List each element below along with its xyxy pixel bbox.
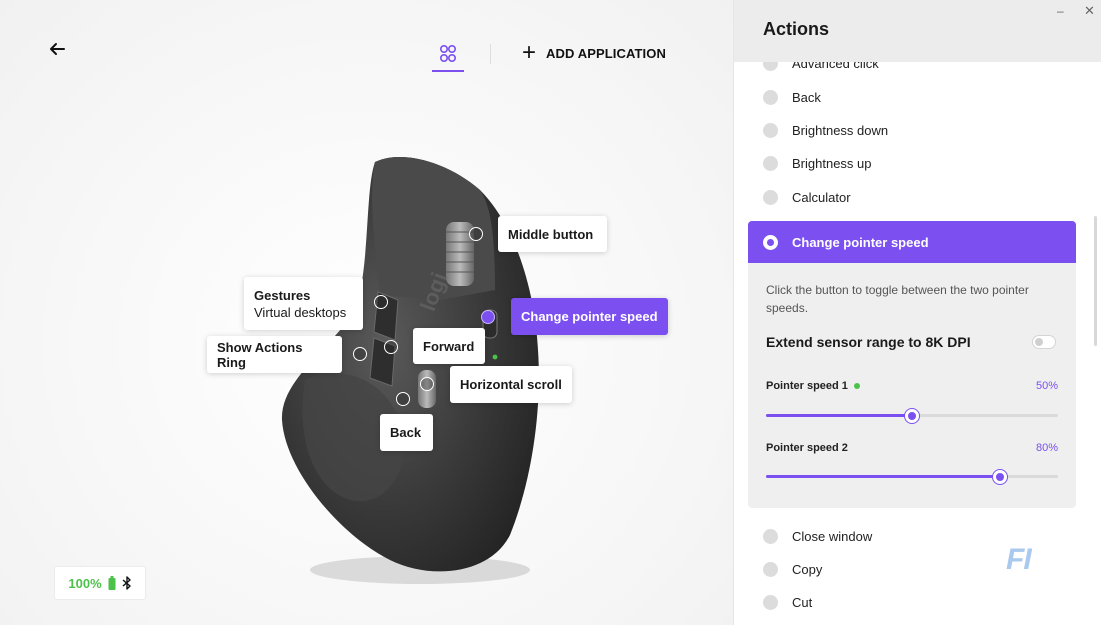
bluetooth-icon xyxy=(122,576,131,590)
gestures-sublabel: Virtual desktops xyxy=(254,304,347,320)
horizontal-scroll-label: Horizontal scroll xyxy=(460,377,562,392)
action-item-label: Calculator xyxy=(792,190,851,205)
action-item-back[interactable]: Back xyxy=(734,81,1094,114)
gestures-label: Gestures xyxy=(254,287,311,303)
actions-panel-title: Actions xyxy=(763,19,830,39)
action-item-label: Copy xyxy=(792,562,823,577)
horizontal-scroll-hotspot[interactable] xyxy=(420,377,434,391)
action-item-advanced-click[interactable]: Advanced click xyxy=(734,62,1094,80)
selected-action-label: Change pointer speed xyxy=(792,234,929,250)
applications-grid-icon[interactable] xyxy=(432,40,464,74)
pointer-speed-1-label: Pointer speed 1 xyxy=(766,380,860,392)
tab-underline xyxy=(432,70,464,72)
active-speed-indicator-icon xyxy=(853,383,860,389)
middle-button-hotspot[interactable] xyxy=(469,227,483,241)
battery-percent: 100% xyxy=(68,575,102,591)
pointer-speed-1-value: 50% xyxy=(1035,380,1058,392)
add-application-label: ADD APPLICATION xyxy=(546,45,666,61)
action-item-copy[interactable]: Copy xyxy=(734,553,1094,586)
extend-sensor-toggle[interactable] xyxy=(1032,335,1056,349)
pointer-speed-2-label: Pointer speed 2 xyxy=(766,442,848,454)
radio-icon xyxy=(763,156,778,171)
plus-icon: + xyxy=(522,39,537,66)
action-item-cut[interactable]: Cut xyxy=(734,586,1094,619)
action-item-label: Close window xyxy=(792,529,873,544)
radio-icon xyxy=(763,62,778,71)
action-item-label: Advanced click xyxy=(792,62,879,71)
action-item-close-window[interactable]: Close window xyxy=(734,520,1094,553)
radio-icon xyxy=(763,123,778,138)
action-item-calculator[interactable]: Calculator xyxy=(734,181,1094,214)
back-hotspot[interactable] xyxy=(396,392,410,406)
header-divider xyxy=(490,44,491,64)
battery-status: 100% xyxy=(54,566,146,600)
action-item-brightness-up[interactable]: Brightness up xyxy=(734,147,1094,180)
actions-panel: Actions – ✕ Advanced click Back Brightne… xyxy=(734,0,1101,625)
gestures-callout[interactable]: Gestures Virtual desktops xyxy=(244,277,363,330)
radio-icon xyxy=(763,190,778,205)
show-actions-ring-label: Show Actions Ring xyxy=(217,339,303,370)
selected-action-card: Change pointer speed Click the button to… xyxy=(748,221,1076,508)
forward-callout[interactable]: Forward xyxy=(413,328,485,364)
watermark-logo: FI xyxy=(1006,543,1032,576)
add-application-button[interactable]: + ADD APPLICATION xyxy=(522,39,666,66)
action-description: Click the button to toggle between the t… xyxy=(766,283,1029,315)
pointer-speed-2-slider[interactable] xyxy=(766,469,1058,485)
pointer-speed-2-value: 80% xyxy=(1035,442,1058,454)
pointer-speed-1-slider[interactable] xyxy=(766,408,1058,424)
close-icon[interactable]: ✕ xyxy=(1084,3,1095,19)
radio-selected-icon xyxy=(763,234,778,250)
middle-button-label: Middle button xyxy=(508,226,594,242)
slider-thumb[interactable] xyxy=(905,409,919,423)
panel-scrollbar[interactable] xyxy=(1094,216,1097,346)
action-item-brightness-down[interactable]: Brightness down xyxy=(734,114,1094,147)
radio-icon xyxy=(763,595,778,610)
actions-ring-hotspot[interactable] xyxy=(353,347,367,361)
action-item-label: Back xyxy=(792,90,821,105)
extend-sensor-label: Extend sensor range to 8K DPI xyxy=(766,334,971,350)
radio-icon xyxy=(763,562,778,577)
radio-icon xyxy=(763,90,778,105)
change-pointer-speed-callout[interactable]: Change pointer speed xyxy=(511,298,668,335)
back-callout[interactable]: Back xyxy=(380,414,433,451)
action-item-label: Cut xyxy=(792,595,813,610)
actions-panel-header: Actions – ✕ xyxy=(734,0,1101,62)
slider-thumb[interactable] xyxy=(992,470,1007,484)
radio-icon xyxy=(763,529,778,544)
actions-list: Advanced click Back Brightness down Brig… xyxy=(734,62,1094,625)
forward-hotspot[interactable] xyxy=(384,340,398,354)
gestures-hotspot[interactable] xyxy=(374,295,388,309)
action-item-label: Brightness down xyxy=(792,123,889,138)
action-item-change-pointer-speed[interactable]: Change pointer speed xyxy=(748,221,1076,263)
action-item-label: Brightness up xyxy=(792,156,872,171)
back-arrow-icon[interactable] xyxy=(46,38,68,60)
horizontal-scroll-callout[interactable]: Horizontal scroll xyxy=(450,366,572,403)
minimize-icon[interactable]: – xyxy=(1057,4,1064,18)
back-label: Back xyxy=(390,425,422,440)
change-pointer-speed-label: Change pointer speed xyxy=(521,309,658,324)
change-pointer-speed-hotspot[interactable] xyxy=(481,310,495,324)
device-stage: + ADD APPLICATION logi Middle button Cha… xyxy=(0,0,734,625)
show-actions-ring-callout[interactable]: Show Actions Ring xyxy=(207,336,342,373)
middle-button-callout[interactable]: Middle button xyxy=(498,216,607,252)
forward-label: Forward xyxy=(423,338,475,354)
battery-icon xyxy=(108,576,116,590)
